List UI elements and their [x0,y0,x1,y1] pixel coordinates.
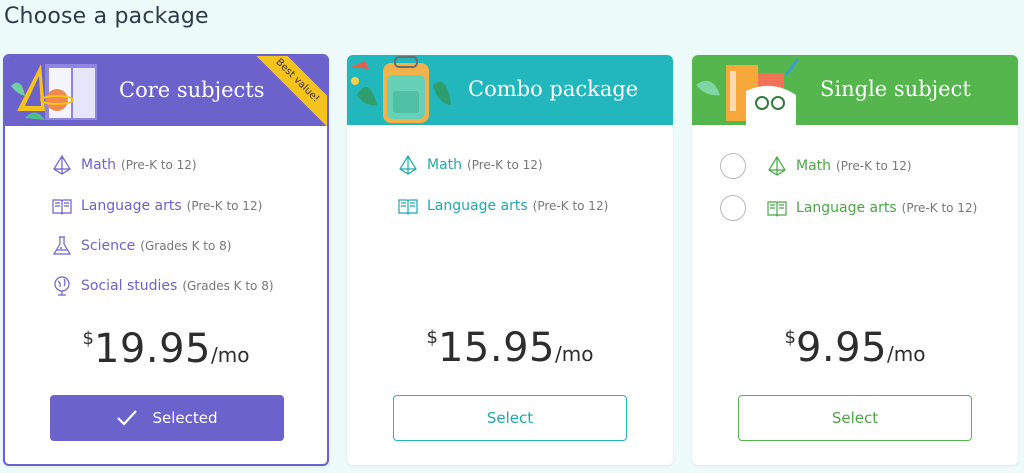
subject-name: Language arts [81,198,182,214]
price-amount: 15.95 [437,325,555,371]
select-button[interactable]: Select [393,395,627,441]
page-title: Choose a package [4,4,209,29]
book-icon [52,199,72,215]
subject-range: (Pre-K to 12) [121,158,197,172]
subject-name: Math [427,157,463,173]
package-card-combo[interactable]: Combo package Math (Pre-K to 12) Languag… [347,55,673,465]
package-card-single[interactable]: Single subject Math (Pre-K to 12) Langua… [692,55,1018,465]
subject-name: Social studies [81,278,178,294]
price: $9.95/mo [692,325,1018,371]
card-title: Combo package [468,77,639,101]
select-button[interactable]: Select [738,395,972,441]
card-header: Combo package [347,55,673,125]
card-header: Single subject [692,55,1018,125]
subject-range: (Pre-K to 12) [467,158,543,172]
subject-language-arts: Language arts (Pre-K to 12) [397,195,608,217]
subject-range: (Pre-K to 12) [901,201,978,215]
price-amount: 19.95 [93,326,211,372]
card-title: Core subjects [119,78,265,102]
card-header: Core subjects Best value! [5,56,327,126]
price-amount: 9.95 [795,325,888,371]
single-illustration-icon [696,58,800,125]
language-arts-radio[interactable] [720,195,746,221]
selected-button[interactable]: Selected [50,395,284,441]
math-radio[interactable] [720,153,746,179]
price: $19.95/mo [5,326,327,372]
book-icon [398,199,418,215]
button-label: Select [486,409,534,427]
price-currency: $ [82,328,94,349]
subject-math[interactable]: Math (Pre-K to 12) [766,155,912,177]
subject-range: (Grades K to 8) [182,279,274,293]
button-label: Selected [152,409,218,427]
package-card-core[interactable]: Core subjects Best value! Math (Pre-K to… [3,54,329,466]
subject-math: Math (Pre-K to 12) [397,154,543,176]
subject-name: Language arts [427,198,528,214]
pyramid-icon [399,154,417,175]
subject-science: Science (Grades K to 8) [51,235,231,257]
pyramid-icon [768,155,786,176]
card-title: Single subject [820,77,971,101]
price-currency: $ [426,327,438,348]
subject-name: Math [81,157,117,173]
subject-range: (Pre-K to 12) [836,159,912,173]
flask-icon [52,236,72,255]
price: $15.95/mo [347,325,673,371]
subject-language-arts[interactable]: Language arts (Pre-K to 12) [766,197,977,219]
globe-icon [54,276,70,296]
subject-name: Language arts [796,200,897,216]
subject-range: (Grades K to 8) [140,239,232,253]
price-currency: $ [784,327,796,348]
subject-language-arts: Language arts (Pre-K to 12) [51,195,262,217]
price-period: /mo [211,343,250,367]
subject-social-studies: Social studies (Grades K to 8) [51,275,274,297]
checkmark-icon [117,410,138,426]
subject-name: Math [796,158,832,174]
subject-range: (Pre-K to 12) [532,199,609,213]
book-icon [767,201,787,217]
button-label: Select [831,409,879,427]
core-illustration-icon [11,64,97,120]
pyramid-icon [53,154,71,175]
backpack-illustration-icon [351,56,451,123]
price-period: /mo [887,342,926,366]
subject-range: (Pre-K to 12) [186,199,263,213]
price-period: /mo [555,342,594,366]
subject-math: Math (Pre-K to 12) [51,154,197,176]
subject-name: Science [81,238,136,254]
